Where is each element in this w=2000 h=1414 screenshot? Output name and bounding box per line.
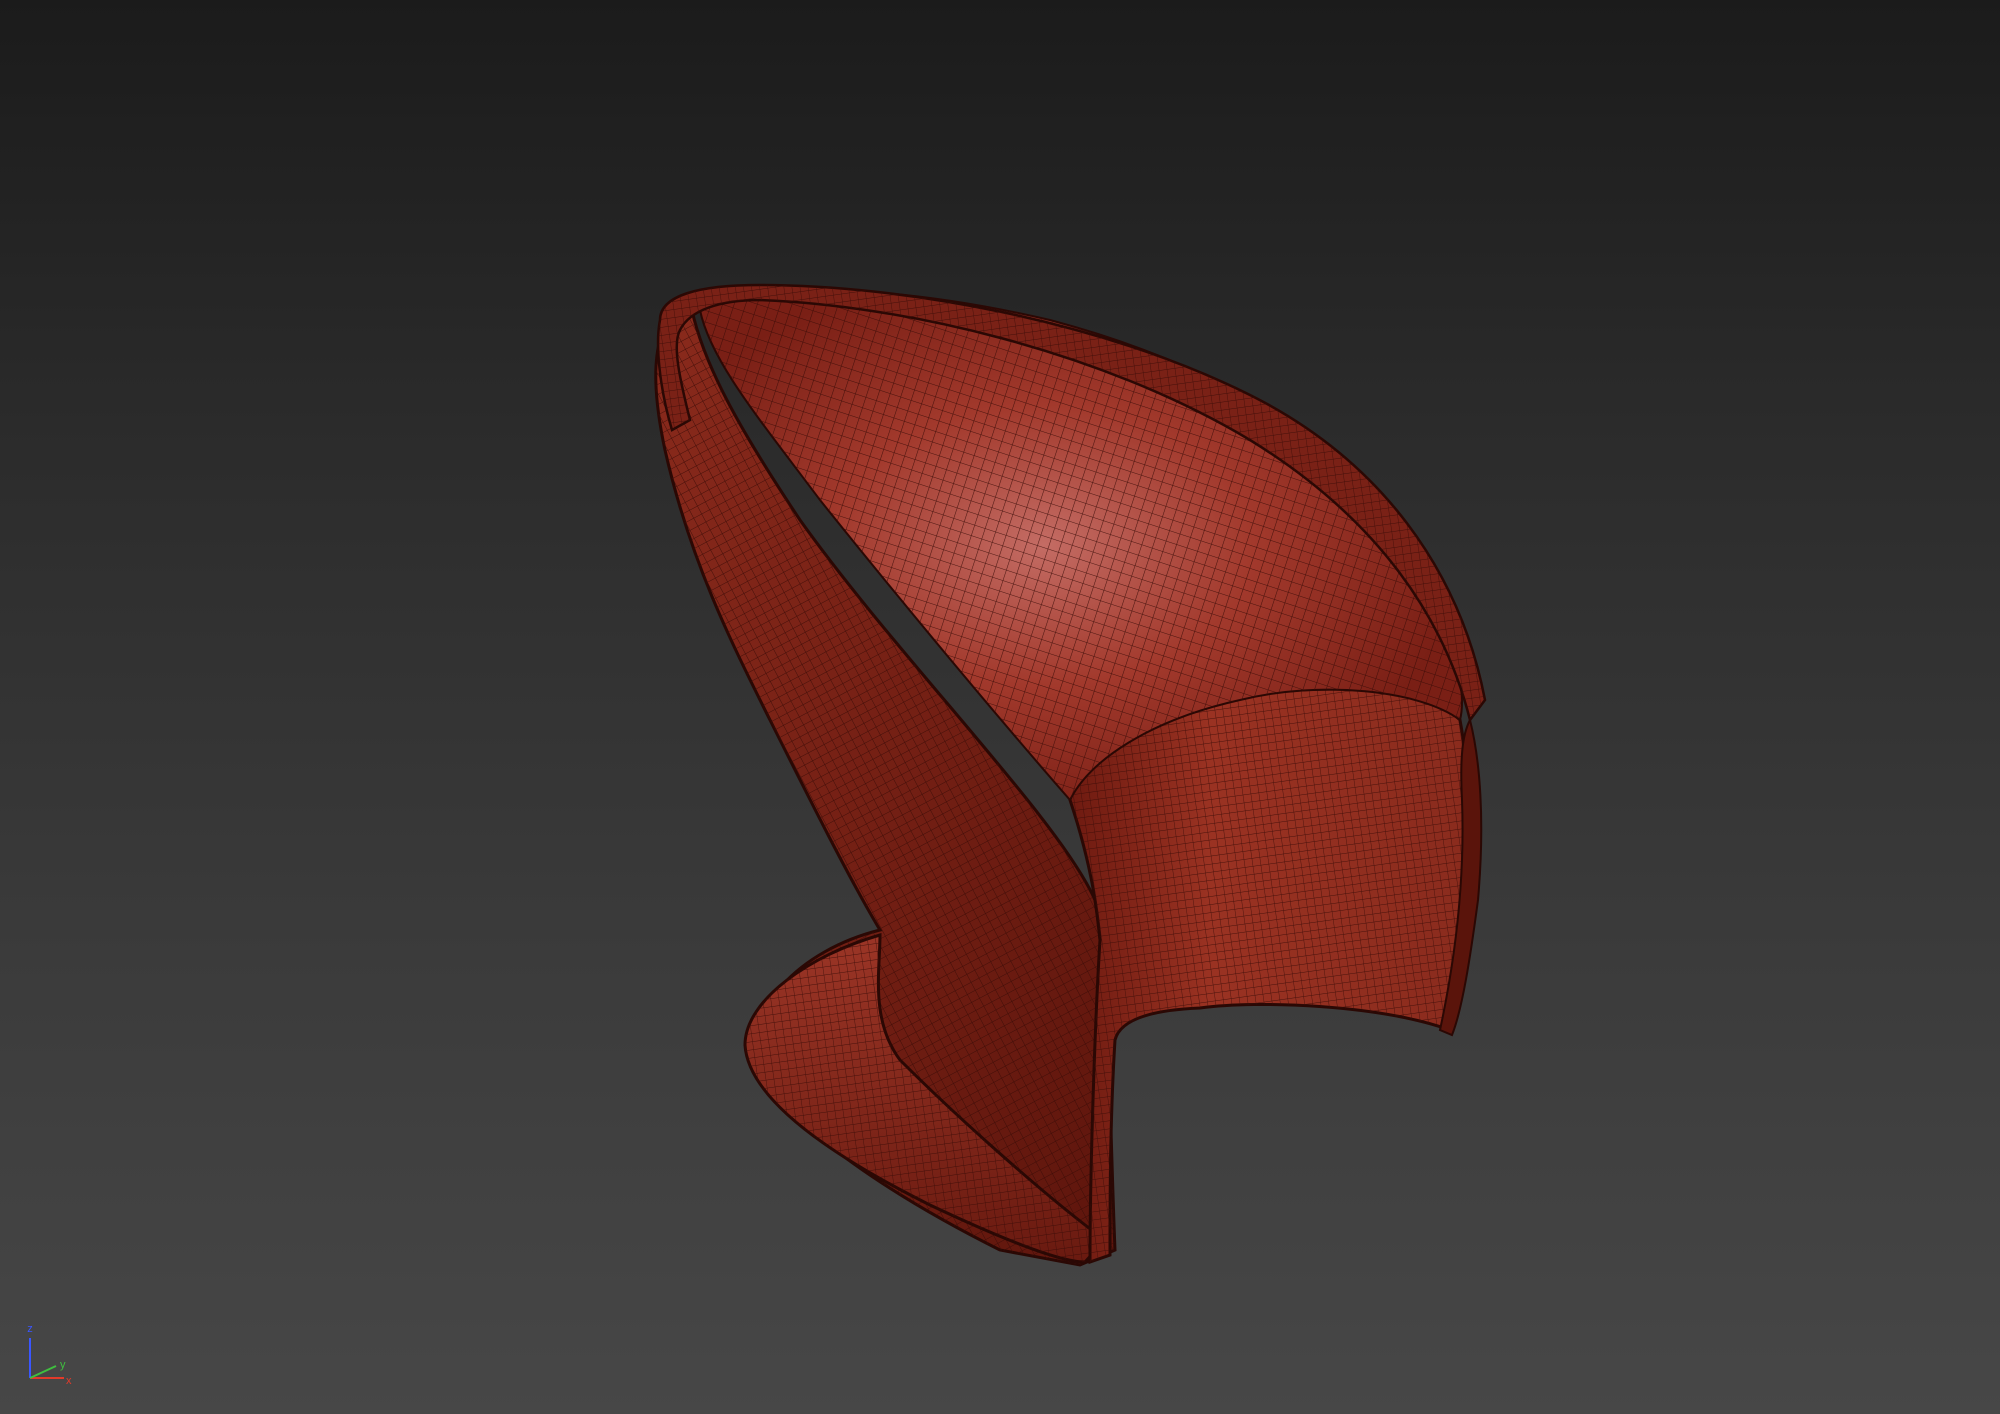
y-axis-line (29, 1365, 57, 1379)
chair-model[interactable] (0, 0, 2000, 1414)
z-axis-label: z (27, 1323, 33, 1335)
axis-gizmo: z y x (27, 1323, 72, 1387)
y-axis-label: y (60, 1359, 66, 1371)
3d-viewport[interactable]: z y x (0, 0, 2000, 1414)
x-axis-label: x (66, 1375, 72, 1387)
